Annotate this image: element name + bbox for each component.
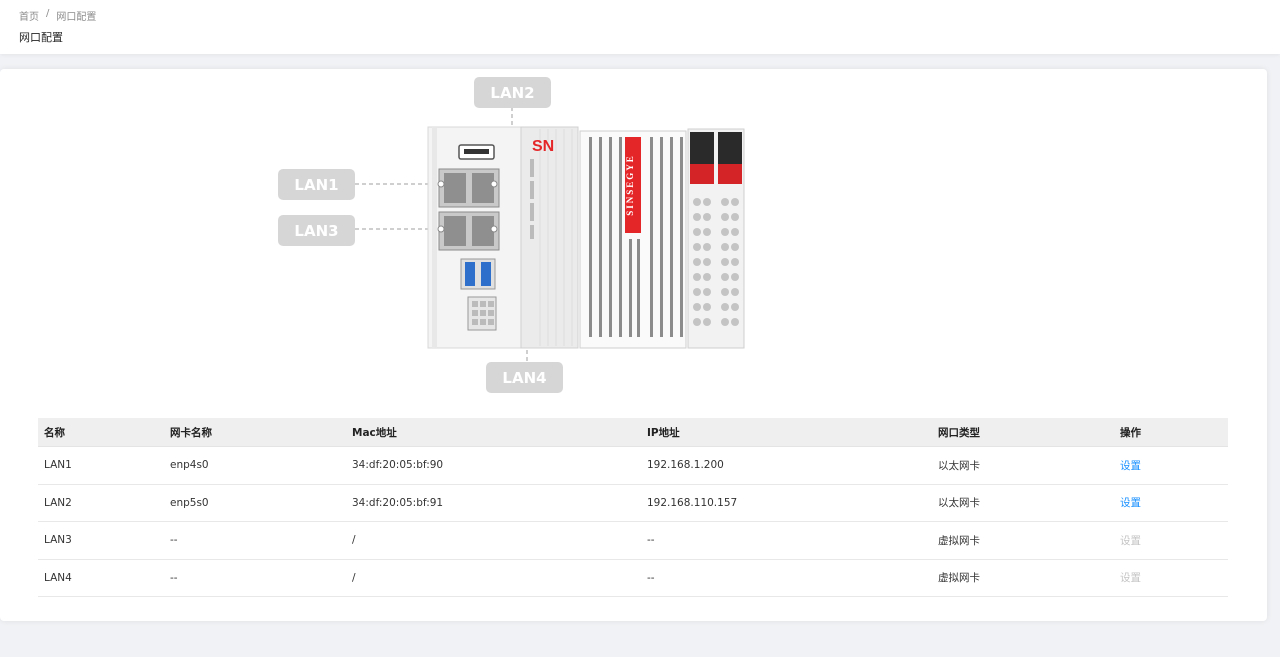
cell-name: LAN1 bbox=[44, 459, 72, 472]
page-header: 首页 / 网口配置 网口配置 bbox=[0, 0, 1280, 54]
cell-nic: enp5s0 bbox=[170, 496, 209, 509]
cell-ip: 192.168.1.200 bbox=[647, 459, 724, 472]
lan2-label: LAN2 bbox=[474, 77, 551, 108]
network-interface-table: 名称 网卡名称 Mac地址 IP地址 网口类型 操作 LAN1 enp4s0 3… bbox=[38, 418, 1228, 597]
cell-name: LAN2 bbox=[44, 496, 72, 509]
col-action-header: 操作 bbox=[1120, 426, 1141, 439]
cell-ip: -- bbox=[647, 571, 655, 584]
cell-nic: -- bbox=[170, 571, 178, 584]
cell-nic: enp4s0 bbox=[170, 459, 209, 472]
device-diagram: SN SINSEGYE LAN1 LAN3 LAN2 LAN4 bbox=[0, 69, 1267, 399]
col-mac-header: Mac地址 bbox=[352, 426, 397, 439]
cell-ip: 192.168.110.157 bbox=[647, 496, 738, 509]
settings-link-lan2[interactable]: 设置 bbox=[1120, 497, 1141, 509]
cell-name: LAN4 bbox=[44, 571, 72, 584]
col-type-header: 网口类型 bbox=[938, 426, 980, 439]
brand-logo: SN bbox=[532, 138, 554, 155]
table-header-row: 名称 网卡名称 Mac地址 IP地址 网口类型 操作 bbox=[38, 418, 1228, 447]
table-row: LAN4 -- / -- 虚拟网卡 设置 bbox=[38, 560, 1228, 597]
table-row: LAN1 enp4s0 34:df:20:05:bf:90 192.168.1.… bbox=[38, 447, 1228, 485]
lan4-label: LAN4 bbox=[486, 362, 563, 393]
device-illustration: SN SINSEGYE bbox=[355, 107, 745, 361]
cell-type: 以太网卡 bbox=[938, 459, 980, 472]
lan1-label: LAN1 bbox=[278, 169, 355, 200]
table-row: LAN2 enp5s0 34:df:20:05:bf:91 192.168.11… bbox=[38, 485, 1228, 522]
cell-ip: -- bbox=[647, 534, 655, 547]
table-row: LAN3 -- / -- 虚拟网卡 设置 bbox=[38, 522, 1228, 560]
cell-type: 虚拟网卡 bbox=[938, 534, 980, 547]
breadcrumb-current: 网口配置 bbox=[56, 12, 97, 23]
cell-type: 虚拟网卡 bbox=[938, 572, 980, 585]
breadcrumb-home[interactable]: 首页 bbox=[19, 8, 39, 23]
breadcrumb-separator: / bbox=[46, 8, 50, 19]
cell-type: 以太网卡 bbox=[938, 497, 980, 510]
settings-link-lan3: 设置 bbox=[1120, 534, 1141, 547]
col-name-header: 名称 bbox=[44, 426, 65, 439]
settings-link-lan1[interactable]: 设置 bbox=[1120, 460, 1141, 472]
col-ip-header: IP地址 bbox=[647, 426, 680, 439]
cell-nic: -- bbox=[170, 534, 178, 547]
cell-mac: / bbox=[352, 571, 356, 584]
settings-link-lan4: 设置 bbox=[1120, 572, 1141, 585]
col-nic-header: 网卡名称 bbox=[170, 426, 212, 439]
cell-name: LAN3 bbox=[44, 534, 72, 547]
content-card: SN SINSEGYE LAN1 LAN3 LAN2 LAN4 名称 网卡名称 … bbox=[0, 69, 1267, 621]
lan3-label: LAN3 bbox=[278, 215, 355, 246]
brand-text: SINSEGYE bbox=[625, 154, 635, 216]
cell-mac: 34:df:20:05:bf:90 bbox=[352, 459, 444, 472]
cell-mac: 34:df:20:05:bf:91 bbox=[352, 496, 444, 509]
page-title: 网口配置 bbox=[19, 31, 63, 44]
breadcrumb: 首页 / 网口配置 bbox=[19, 8, 96, 23]
cell-mac: / bbox=[352, 534, 356, 547]
